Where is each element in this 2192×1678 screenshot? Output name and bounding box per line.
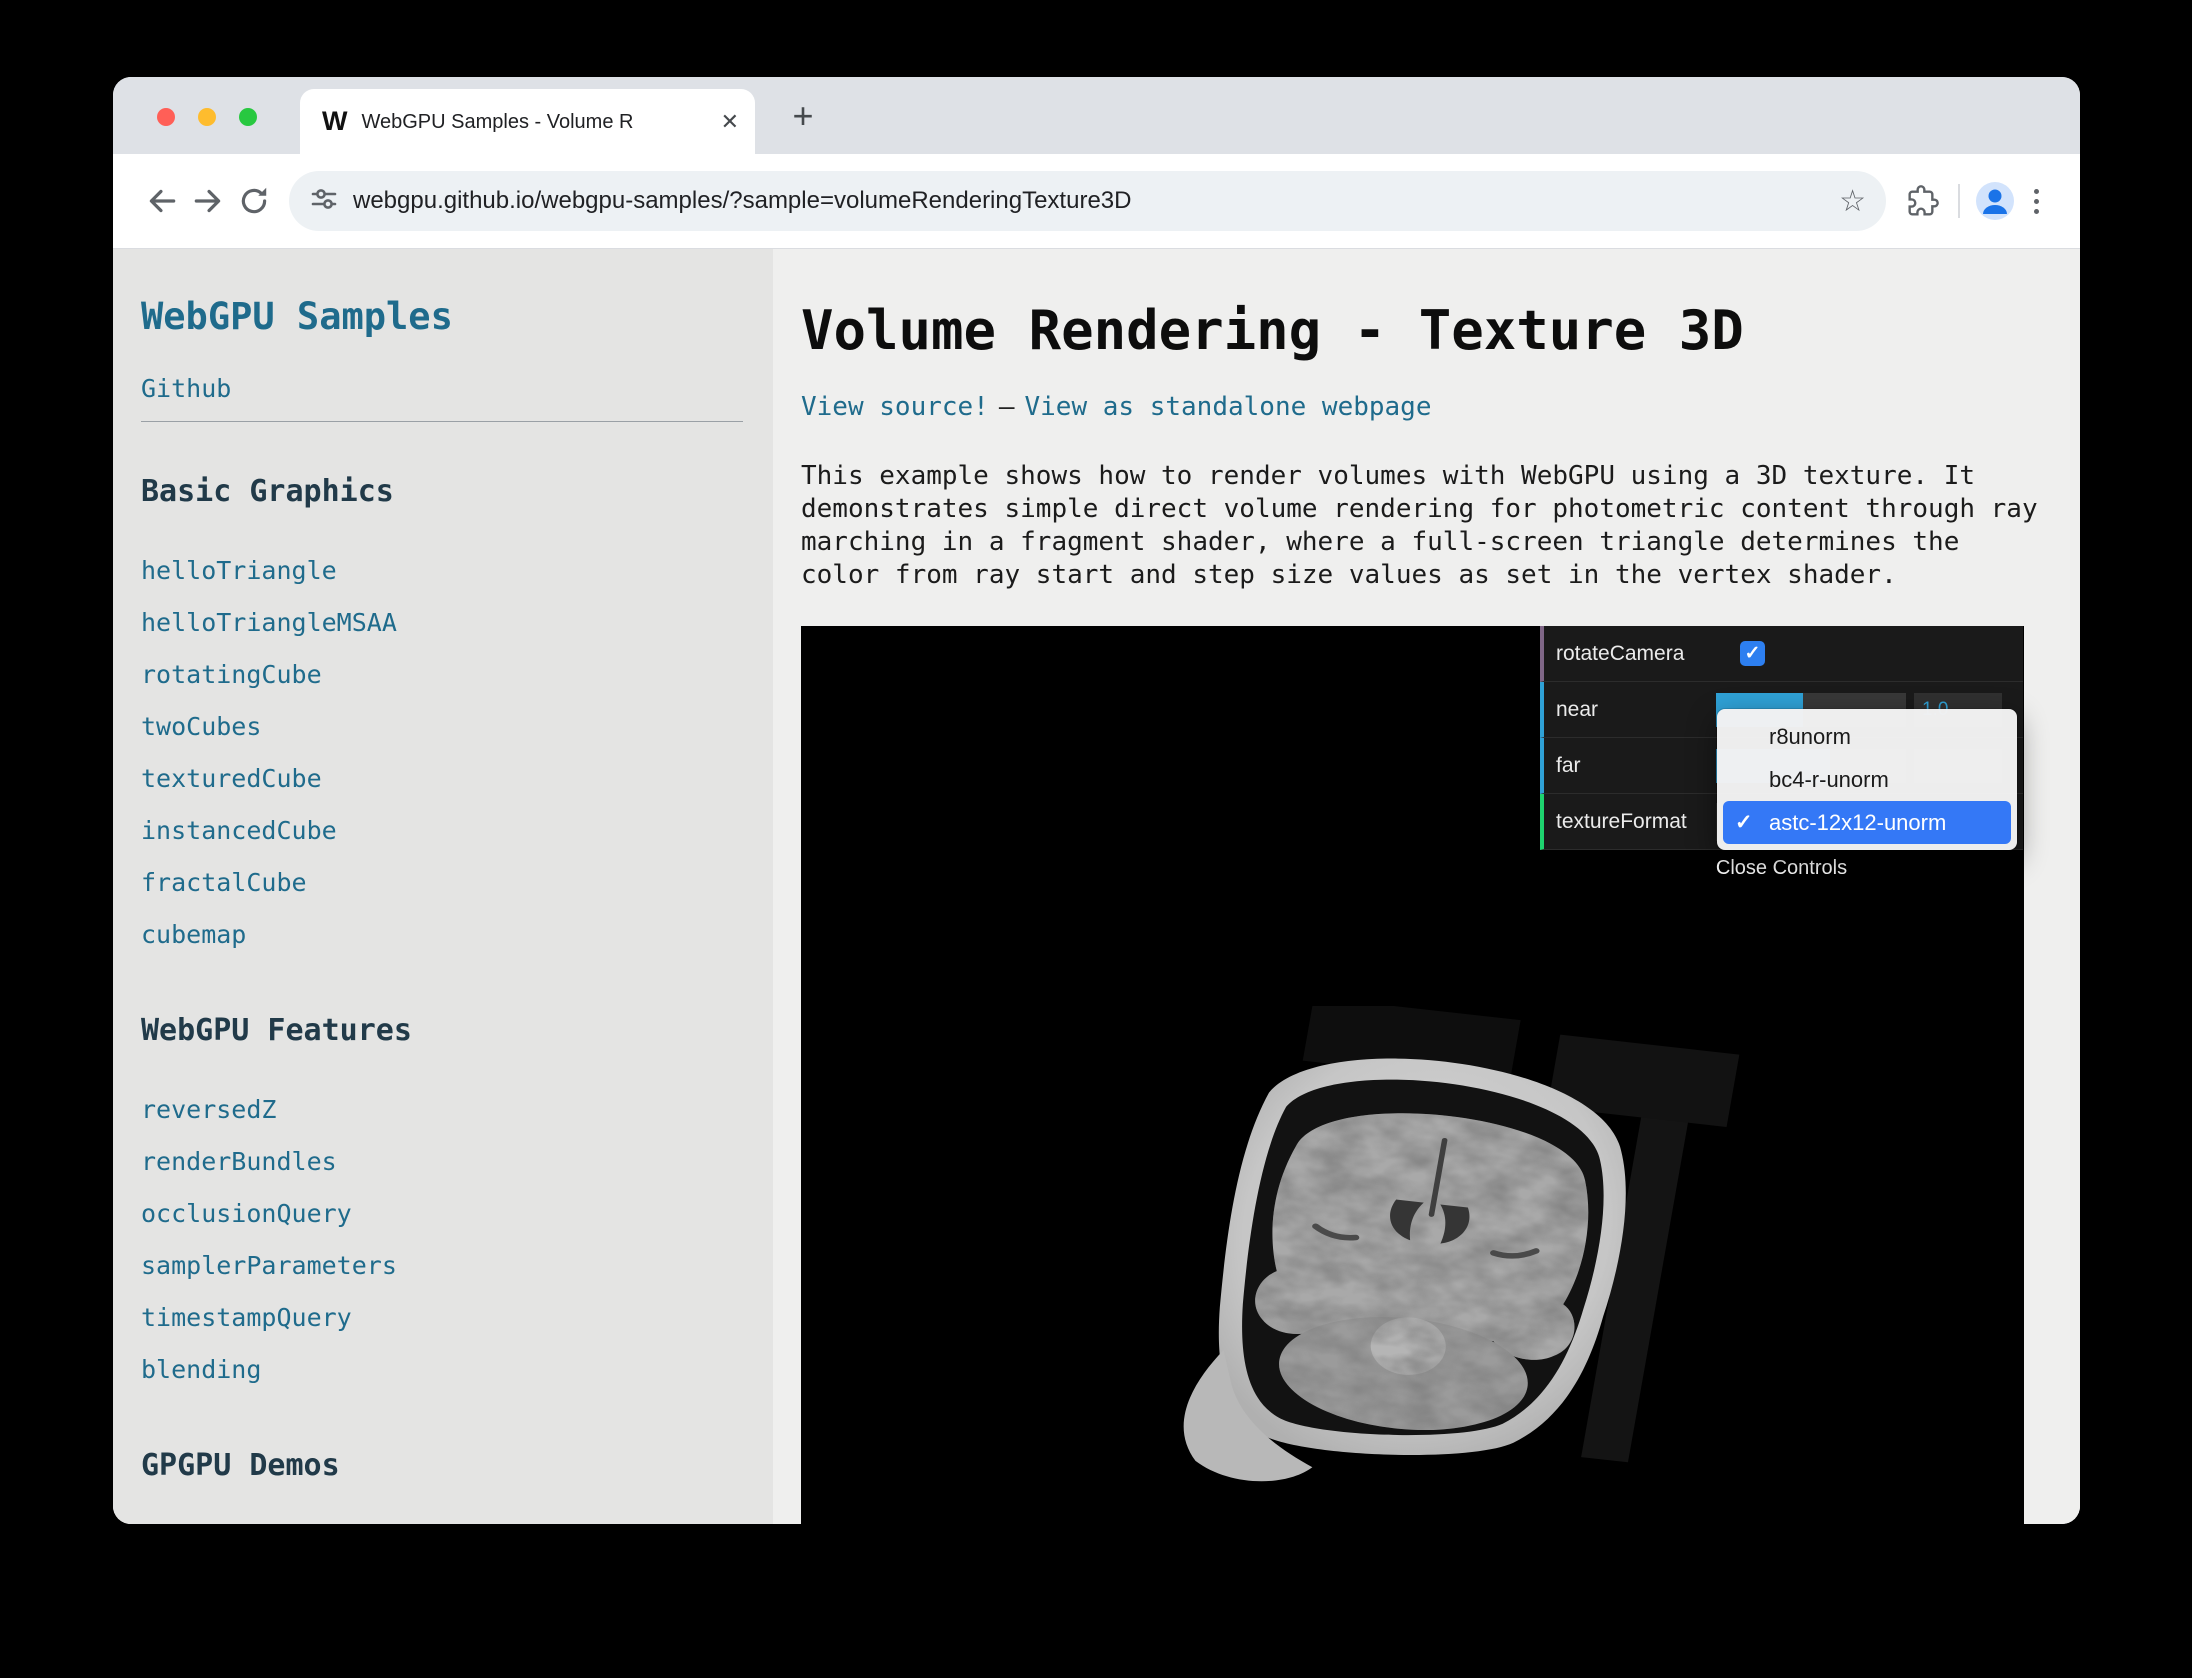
sidebar-item-twoCubes[interactable]: twoCubes bbox=[141, 701, 773, 753]
dropdown-option-bc4-r-unorm[interactable]: bc4-r-unorm bbox=[1723, 758, 2011, 801]
close-controls-button[interactable]: Close Controls bbox=[1540, 850, 2023, 887]
sidebar-heading-gpgpu-demos: GPGPU Demos bbox=[141, 1448, 773, 1483]
tab-title-fade bbox=[641, 109, 711, 135]
sidebar-heading-webgpu-features: WebGPU Features bbox=[141, 1013, 773, 1048]
profile-avatar[interactable] bbox=[1972, 178, 2018, 224]
bookmark-star-icon[interactable]: ☆ bbox=[1839, 184, 1866, 219]
toolbar-divider bbox=[1958, 184, 1960, 218]
textureFormat-dropdown-menu: r8unorm bc4-r-unorm ✓ astc-12x12-unorm bbox=[1717, 709, 2017, 850]
sidebar-item-texturedCube[interactable]: texturedCube bbox=[141, 753, 773, 805]
browser-menu-icon[interactable] bbox=[2018, 189, 2054, 214]
sidebar-item-helloTriangle[interactable]: helloTriangle bbox=[141, 545, 773, 597]
sidebar-title: WebGPU Samples bbox=[141, 295, 773, 338]
site-settings-icon[interactable] bbox=[309, 184, 339, 219]
reload-icon[interactable] bbox=[231, 178, 277, 224]
back-icon[interactable] bbox=[139, 178, 185, 224]
sidebar-item-helloTriangleMSAA[interactable]: helloTriangleMSAA bbox=[141, 597, 773, 649]
browser-window: W WebGPU Samples - Volume R ✕ + webgpu.g… bbox=[113, 77, 2080, 1524]
browser-tab[interactable]: W WebGPU Samples - Volume R ✕ bbox=[300, 89, 755, 154]
traffic-light-minimize[interactable] bbox=[198, 108, 216, 126]
near-label: near bbox=[1544, 698, 1716, 722]
forward-icon[interactable] bbox=[185, 178, 231, 224]
rotateCamera-checkbox[interactable]: ✓ bbox=[1740, 641, 1765, 666]
sample-description: This example shows how to render volumes… bbox=[801, 460, 2041, 592]
address-bar[interactable]: webgpu.github.io/webgpu-samples/?sample=… bbox=[289, 171, 1886, 231]
sidebar-item-occlusionQuery[interactable]: occlusionQuery bbox=[141, 1188, 773, 1240]
new-tab-button[interactable]: + bbox=[781, 95, 825, 139]
sidebar-item-computeBoids[interactable]: computeBoids bbox=[141, 1519, 773, 1524]
textureFormat-label: textureFormat bbox=[1544, 810, 1716, 834]
checkmark-icon: ✓ bbox=[1735, 801, 1753, 844]
tab-close-icon[interactable]: ✕ bbox=[721, 109, 739, 135]
dropdown-option-r8unorm[interactable]: r8unorm bbox=[1723, 715, 2011, 758]
tab-strip: W WebGPU Samples - Volume R ✕ + bbox=[113, 77, 2080, 154]
sidebar-item-fractalCube[interactable]: fractalCube bbox=[141, 857, 773, 909]
sidebar-heading-basic-graphics: Basic Graphics bbox=[141, 474, 773, 509]
sidebar-item-instancedCube[interactable]: instancedCube bbox=[141, 805, 773, 857]
standalone-link[interactable]: View as standalone webpage bbox=[1025, 392, 1432, 422]
tab-title: WebGPU Samples - Volume R bbox=[361, 109, 710, 135]
sample-links: View source! — View as standalone webpage bbox=[801, 392, 2080, 422]
url-text: webgpu.github.io/webgpu-samples/?sample=… bbox=[353, 187, 1829, 215]
sidebar-item-blending[interactable]: blending bbox=[141, 1344, 773, 1396]
sidebar-item-reversedZ[interactable]: reversedZ bbox=[141, 1084, 773, 1136]
gui-row-rotateCamera: rotateCamera ✓ bbox=[1540, 626, 2023, 682]
sidebar-item-rotatingCube[interactable]: rotatingCube bbox=[141, 649, 773, 701]
sidebar: WebGPU Samples Github Basic Graphics hel… bbox=[113, 249, 773, 1524]
webgpu-favicon-icon: W bbox=[322, 106, 347, 137]
page-title: Volume Rendering - Texture 3D bbox=[801, 299, 2080, 362]
extensions-puzzle-icon[interactable] bbox=[1900, 178, 1946, 224]
mri-brain-image bbox=[1101, 1006, 1741, 1524]
sidebar-divider bbox=[141, 421, 743, 422]
sidebar-item-renderBundles[interactable]: renderBundles bbox=[141, 1136, 773, 1188]
dropdown-option-label: astc-12x12-unorm bbox=[1769, 810, 1946, 835]
links-separator: — bbox=[999, 392, 1015, 422]
far-label: far bbox=[1544, 754, 1716, 778]
webgpu-canvas[interactable]: rotateCamera ✓ near 1.0 far texture bbox=[801, 626, 2024, 1524]
main-content: Volume Rendering - Texture 3D View sourc… bbox=[773, 249, 2080, 1524]
traffic-light-close[interactable] bbox=[157, 108, 175, 126]
dropdown-option-astc-12x12-unorm[interactable]: ✓ astc-12x12-unorm bbox=[1723, 801, 2011, 844]
sidebar-item-samplerParameters[interactable]: samplerParameters bbox=[141, 1240, 773, 1292]
rotateCamera-label: rotateCamera bbox=[1544, 642, 1716, 666]
sidebar-item-cubemap[interactable]: cubemap bbox=[141, 909, 773, 961]
page-content: WebGPU Samples Github Basic Graphics hel… bbox=[113, 249, 2080, 1524]
sidebar-item-timestampQuery[interactable]: timestampQuery bbox=[141, 1292, 773, 1344]
traffic-light-zoom[interactable] bbox=[239, 108, 257, 126]
view-source-link[interactable]: View source! bbox=[801, 392, 989, 422]
browser-toolbar: webgpu.github.io/webgpu-samples/?sample=… bbox=[113, 154, 2080, 249]
github-link[interactable]: Github bbox=[141, 374, 773, 403]
